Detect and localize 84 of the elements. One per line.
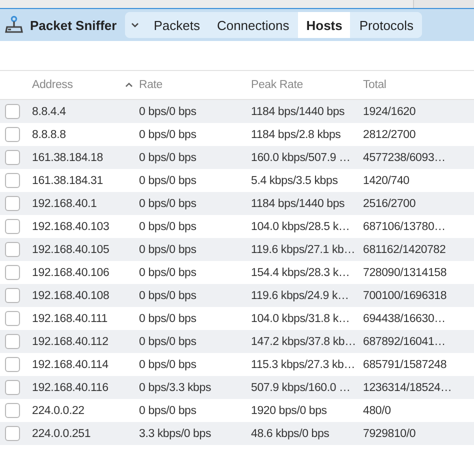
table-cell: 104.0 kbps/28.5 k… bbox=[251, 220, 350, 232]
row-checkbox[interactable] bbox=[5, 242, 20, 257]
table-cell: 119.6 kbps/24.9 k… bbox=[251, 290, 349, 302]
row-checkbox[interactable] bbox=[5, 196, 20, 211]
table-cell: 681162/1420782 bbox=[363, 244, 446, 256]
row-checkbox[interactable] bbox=[5, 219, 20, 234]
row-checkbox[interactable] bbox=[5, 357, 20, 372]
sort-ascending-icon[interactable] bbox=[125, 82, 133, 88]
table-cell: 160.0 kbps/507.9 … bbox=[251, 152, 350, 164]
column-header[interactable]: Total bbox=[363, 79, 386, 91]
table-cell: 161.38.184.18 bbox=[32, 152, 103, 164]
table-cell: 161.38.184.31 bbox=[32, 174, 103, 186]
table-cell: 687892/16041… bbox=[363, 336, 446, 348]
table-cell: 728090/1314158 bbox=[363, 266, 447, 278]
row-checkbox[interactable] bbox=[5, 426, 20, 441]
table-cell: 119.6 kbps/27.1 kb… bbox=[251, 244, 356, 256]
table-cell: 1420/740 bbox=[363, 174, 410, 186]
table-cell: 0 bps/0 bps bbox=[139, 336, 196, 348]
table-cell: 0 bps/0 bps bbox=[139, 198, 196, 210]
table-cell: 1184 bps/1440 bps bbox=[251, 106, 345, 118]
caret-icon bbox=[130, 22, 139, 28]
column-header[interactable]: Rate bbox=[139, 79, 162, 91]
table-cell: 1924/1620 bbox=[363, 106, 416, 118]
table-cell: 192.168.40.116 bbox=[32, 382, 108, 394]
table-cell: 192.168.40.108 bbox=[32, 290, 110, 302]
table-cell: 192.168.40.114 bbox=[32, 358, 108, 370]
table-cell: 2812/2700 bbox=[363, 128, 416, 140]
table-cell: 700100/1696318 bbox=[363, 290, 447, 302]
table-cell: 7929810/0 bbox=[363, 428, 416, 440]
row-checkbox[interactable] bbox=[5, 150, 20, 165]
row-checkbox[interactable] bbox=[5, 265, 20, 280]
table-cell: 1184 bps/2.8 kbps bbox=[251, 128, 341, 140]
table-cell: 3.3 kbps/0 bps bbox=[139, 428, 212, 440]
table-cell: 224.0.0.251 bbox=[32, 428, 91, 440]
table-cell: 1236314/18524… bbox=[363, 382, 452, 394]
table-cell: 192.168.40.103 bbox=[32, 220, 110, 232]
app-title: Packet Sniffer bbox=[30, 18, 117, 32]
table-cell: 0 bps/0 bps bbox=[139, 174, 196, 186]
table-cell: 0 bps/0 bps bbox=[139, 312, 196, 324]
table-cell: 1920 bps/0 bps bbox=[251, 404, 327, 416]
table-cell: 0 bps/0 bps bbox=[139, 128, 196, 140]
table-cell: 0 bps/0 bps bbox=[139, 358, 196, 370]
row-checkbox[interactable] bbox=[5, 173, 20, 188]
table-cell: 115.3 kbps/27.3 kb… bbox=[251, 358, 356, 370]
table-cell: 687106/13780… bbox=[363, 220, 446, 232]
table-cell: 104.0 kbps/31.8 k… bbox=[251, 312, 350, 324]
table-cell: 2516/2700 bbox=[363, 198, 416, 210]
table-cell: 1184 bps/1440 bps bbox=[251, 198, 345, 210]
table-cell: 192.168.40.111 bbox=[32, 312, 108, 324]
table-cell: 154.4 kbps/28.3 k… bbox=[251, 266, 350, 278]
table-cell: 0 bps/0 bps bbox=[139, 266, 196, 278]
table-cell: 507.9 kbps/160.0 … bbox=[251, 382, 350, 394]
joystick-icon bbox=[4, 15, 24, 35]
row-checkbox[interactable] bbox=[5, 334, 20, 349]
table-cell: 0 bps/0 bps bbox=[139, 152, 196, 164]
table-cell: 48.6 kbps/0 bps bbox=[251, 428, 330, 440]
table-cell: 0 bps/0 bps bbox=[139, 220, 196, 232]
table-cell: 192.168.40.106 bbox=[32, 266, 110, 278]
table-cell: 0 bps/0 bps bbox=[139, 244, 196, 256]
table-cell: 0 bps/0 bps bbox=[139, 404, 196, 416]
row-checkbox[interactable] bbox=[5, 311, 20, 326]
table-cell: 685791/1587248 bbox=[363, 358, 447, 370]
table-cell: 224.0.0.22 bbox=[32, 404, 84, 416]
row-checkbox[interactable] bbox=[5, 288, 20, 303]
table-cell: 8.8.8.8 bbox=[32, 128, 66, 140]
table-cell: 192.168.40.1 bbox=[32, 198, 97, 210]
table-cell: 8.8.4.4 bbox=[32, 106, 66, 118]
table-cell: 147.2 kbps/37.8 kb… bbox=[251, 336, 356, 348]
table-cell: 694438/16630… bbox=[363, 312, 446, 324]
table-cell: 0 bps/0 bps bbox=[139, 290, 196, 302]
table-cell: 0 bps/0 bps bbox=[139, 106, 196, 118]
table-cell: 192.168.40.105 bbox=[32, 244, 110, 256]
table-cell: 480/0 bbox=[363, 404, 391, 416]
table-cell: 0 bps/3.3 kbps bbox=[139, 382, 212, 394]
column-header[interactable]: Address bbox=[32, 79, 73, 91]
tab[interactable]: Hosts bbox=[298, 12, 350, 38]
table-cell: 192.168.40.112 bbox=[32, 336, 108, 348]
row-checkbox[interactable] bbox=[5, 127, 20, 142]
row-checkbox[interactable] bbox=[5, 380, 20, 395]
table-cell: 4577238/6093… bbox=[363, 152, 446, 164]
row-checkbox[interactable] bbox=[5, 403, 20, 418]
column-header[interactable]: Peak Rate bbox=[251, 79, 303, 91]
row-checkbox[interactable] bbox=[5, 104, 20, 119]
table-cell: 5.4 kbps/3.5 kbps bbox=[251, 174, 338, 186]
